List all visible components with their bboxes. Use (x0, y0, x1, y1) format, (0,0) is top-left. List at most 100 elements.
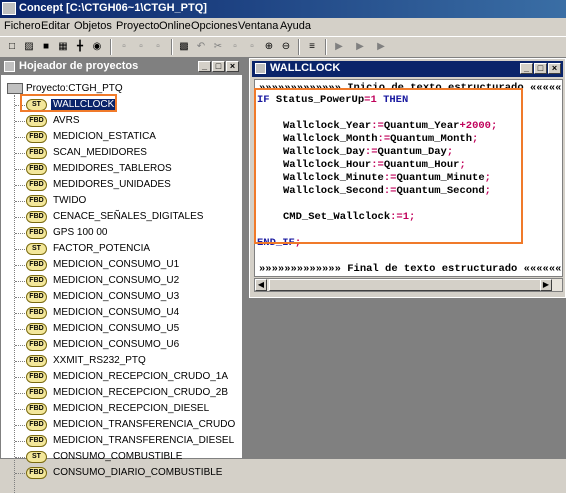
tree-item-label: MEDIDORES_UNIDADES (53, 179, 171, 190)
fbd-section-icon: FBD (26, 307, 47, 319)
tree-connector (15, 201, 25, 202)
tree-item-label: MEDICION_CONSUMO_U4 (53, 307, 180, 318)
transfer-icon[interactable]: ▩ (176, 39, 192, 55)
open-folder-icon[interactable]: ▨ (21, 39, 37, 55)
st-section-icon: ST (26, 243, 47, 255)
tree-connector (15, 217, 25, 218)
menu-ayuda[interactable]: Ayuda (280, 20, 311, 32)
maximize-button[interactable]: □ (534, 63, 547, 74)
step-icon[interactable]: ▶ (331, 39, 347, 55)
copy-section-icon[interactable]: ▫ (116, 39, 132, 55)
maximize-button[interactable]: □ (212, 61, 225, 72)
menu-objetos[interactable]: Objetos (74, 20, 112, 32)
toolbar-separator (171, 39, 173, 55)
fbd-section-icon: FBD (26, 227, 47, 239)
toolbar-separator (298, 39, 300, 55)
fbd-section-icon: FBD (26, 179, 47, 191)
zoom-in-icon[interactable]: ⊕ (261, 39, 277, 55)
fbd-section-icon: FBD (26, 403, 47, 415)
fbd-section-icon: FBD (26, 163, 47, 175)
scroll-left-icon[interactable]: ◀ (255, 279, 267, 291)
tree-connector (15, 137, 25, 138)
tree-line (14, 95, 16, 493)
project-root-label: Proyecto:CTGH_PTQ (26, 83, 123, 95)
find-icon[interactable]: ◉ (89, 39, 105, 55)
tree-connector (15, 425, 25, 426)
copy-icon[interactable]: ▫ (227, 39, 243, 55)
fbd-section-icon: FBD (26, 147, 47, 159)
title-bar: Concept [C:\CTGH06~1\CTGH_PTQ] (0, 0, 566, 18)
fbd-section-icon: FBD (26, 259, 47, 271)
tree-connector (15, 409, 25, 410)
cut-icon[interactable]: ✂ (210, 39, 226, 55)
save-icon[interactable]: ■ (38, 39, 54, 55)
toolbar-separator (110, 39, 112, 55)
transfer-icon[interactable]: ▫ (150, 39, 166, 55)
fbd-section-icon: FBD (26, 419, 47, 431)
menu-opciones[interactable]: Opciones (191, 20, 237, 32)
tree-item-label: MEDICION_RECEPCION_CRUDO_2B (53, 387, 229, 398)
paste-icon[interactable]: ▫ (244, 39, 260, 55)
menu-editar[interactable]: Editar (41, 20, 70, 32)
project-browser-title: Hojeador de proyectos (19, 60, 139, 72)
close-button[interactable]: × (226, 61, 239, 72)
fbd-section-icon: FBD (26, 131, 47, 143)
tree-connector (15, 313, 25, 314)
project-browser: Hojeador de proyectos _ □ × Proyecto:CTG… (0, 58, 243, 493)
tree-item-label: MEDICION_TRANSFERENCIA_CRUDO (53, 419, 236, 430)
menu-proyecto[interactable]: Proyecto (116, 20, 159, 32)
tree-item-label: AVRS (53, 115, 80, 126)
fbd-section-icon: FBD (26, 339, 47, 351)
minimize-button[interactable]: _ (198, 61, 211, 72)
fbd-section-icon: FBD (26, 387, 47, 399)
new-file-icon[interactable]: □ (4, 39, 20, 55)
selection-highlight-box (20, 94, 117, 112)
tree-connector (15, 153, 25, 154)
app-icon (2, 2, 16, 15)
project-browser-title-bar: Hojeador de proyectos _ □ × (1, 59, 242, 75)
menu-bar: Fichero Editar Objetos Proyecto Online O… (0, 18, 566, 36)
run-icon[interactable]: ▶ (373, 39, 389, 55)
tree-item-label: MEDICION_TRANSFERENCIA_DIESEL (53, 435, 235, 446)
tree-item-label: CONSUMO_DIARIO_COMBUSTIBLE (53, 467, 223, 478)
horizontal-scrollbar[interactable]: ◀ ▶ (254, 278, 563, 292)
tree-connector (15, 345, 25, 346)
tree-item-label: CONSUMO_COMBUSTIBLE (53, 451, 183, 462)
editor-title: WALLCLOCK (270, 62, 341, 74)
tree-connector (15, 329, 25, 330)
menu-fichero[interactable]: Fichero (4, 20, 41, 32)
window-title: Concept [C:\CTGH06~1\CTGH_PTQ] (19, 2, 207, 14)
close-button[interactable]: × (548, 63, 561, 74)
tree-connector (15, 249, 25, 250)
menu-ventana[interactable]: Ventana (238, 20, 278, 32)
paste-section-icon[interactable]: ▫ (133, 39, 149, 55)
fbd-section-icon: FBD (26, 355, 47, 367)
zoom-out-icon[interactable]: ⊖ (278, 39, 294, 55)
fbd-section-icon: FBD (26, 195, 47, 207)
tree-item-label: MEDICION_CONSUMO_U2 (53, 275, 180, 286)
tree-item-label: MEDICION_CONSUMO_U3 (53, 291, 180, 302)
code-highlight-box (254, 88, 523, 244)
tree-icon[interactable]: ╋ (72, 39, 88, 55)
scroll-thumb[interactable] (269, 279, 549, 291)
tree-connector (15, 441, 25, 442)
tree-connector (15, 233, 25, 234)
project-root[interactable]: Proyecto:CTGH_PTQ (7, 83, 123, 94)
scroll-right-icon[interactable]: ▶ (540, 279, 552, 291)
step-into-icon[interactable]: ▶ (352, 39, 368, 55)
undo-icon[interactable]: ↶ (193, 39, 209, 55)
project-icon (7, 83, 23, 94)
st-section-icon: ST (26, 451, 47, 463)
tree-item-label: XXMIT_RS232_PTQ (53, 355, 146, 366)
tree-connector (15, 393, 25, 394)
minimize-button[interactable]: _ (520, 63, 533, 74)
number-icon[interactable]: ≡ (304, 39, 320, 55)
toolbar: □ ▨ ■ ▦ ╋ ◉ ▫ ▫ ▫ ▩ ↶ ✂ ▫ ▫ ⊕ ⊖ ≡ ▶ ▶ ▶ (0, 36, 566, 58)
menu-online[interactable]: Online (159, 20, 191, 32)
tree-item-label: FACTOR_POTENCIA (53, 243, 151, 254)
project-icon[interactable]: ▦ (55, 39, 71, 55)
tree-connector (15, 185, 25, 186)
editor-title-bar: WALLCLOCK _ □ × (252, 61, 563, 77)
fbd-section-icon: FBD (26, 291, 47, 303)
tree-item-label: MEDICION_RECEPCION_DIESEL (53, 403, 210, 414)
